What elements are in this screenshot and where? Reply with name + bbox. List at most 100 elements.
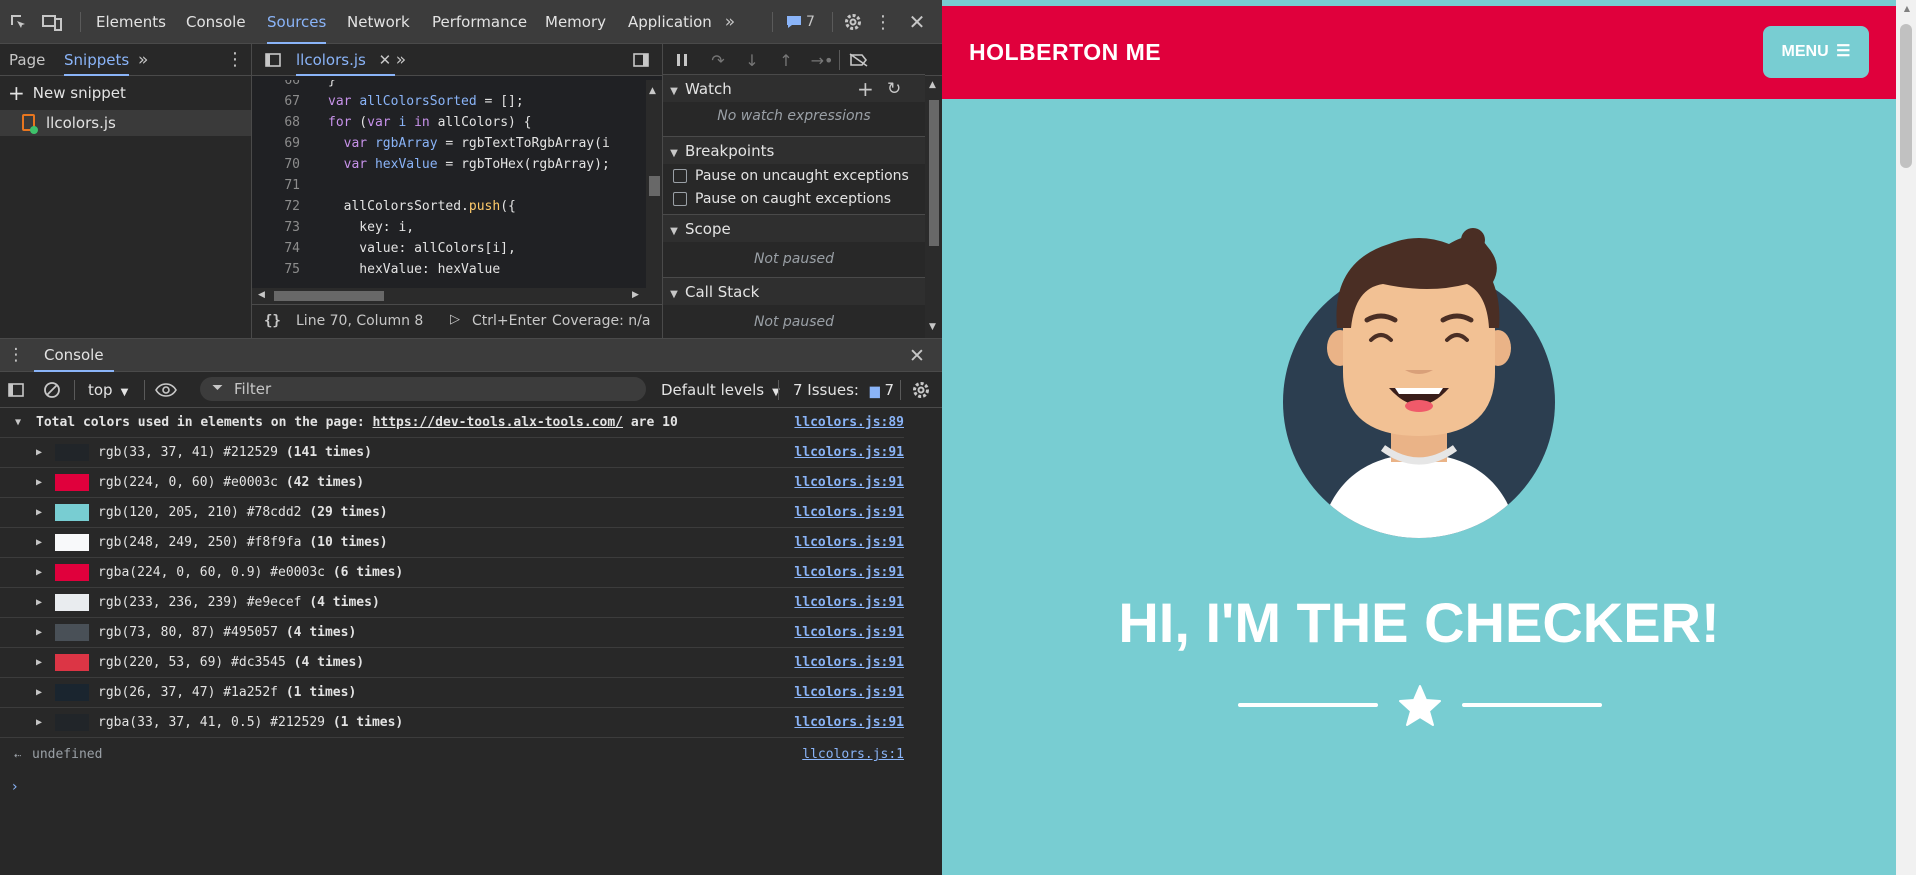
line-number[interactable]: 72: [252, 196, 300, 217]
drawer-tab-console[interactable]: Console: [34, 339, 114, 372]
deactivate-breakpoints-icon[interactable]: [849, 51, 869, 69]
pause-caught-checkbox[interactable]: Pause on caught exceptions: [673, 188, 891, 210]
expand-triangle-icon[interactable]: ▶: [36, 537, 42, 548]
source-link[interactable]: llcolors.js:1: [802, 740, 904, 770]
scope-section-header[interactable]: ▼ Scope: [663, 214, 925, 242]
source-link[interactable]: llcolors.js:91: [794, 558, 904, 588]
expand-triangle-icon[interactable]: ▶: [36, 687, 42, 698]
expand-triangle-icon[interactable]: ▶: [36, 567, 42, 578]
source-link[interactable]: llcolors.js:91: [794, 588, 904, 618]
call-stack-section-header[interactable]: ▼ Call Stack: [663, 277, 925, 305]
console-color-row[interactable]: ▶ rgb(233, 236, 239) #e9ecef (4 times) llc…: [0, 588, 904, 618]
close-devtools-icon[interactable]: ✕: [906, 10, 928, 34]
pause-uncaught-checkbox[interactable]: Pause on uncaught exceptions: [673, 165, 909, 187]
source-link[interactable]: llcolors.js:91: [794, 498, 904, 528]
checkbox[interactable]: [673, 192, 687, 206]
editor-vertical-scrollbar[interactable]: ▲ ▼: [646, 80, 662, 324]
code-area[interactable]: 66} 67 var allColorsSorted = []; 68 for (var…: [252, 80, 646, 288]
tab-performance[interactable]: Performance: [432, 0, 527, 44]
expand-triangle-icon[interactable]: ▶: [36, 477, 42, 488]
toggle-debugger-icon[interactable]: [632, 51, 650, 69]
more-editor-tabs-icon[interactable]: »: [392, 50, 410, 70]
issues-counter[interactable]: 7: [786, 12, 815, 32]
line-number[interactable]: 68: [252, 112, 300, 133]
line-number[interactable]: 67: [252, 91, 300, 112]
expand-triangle-icon[interactable]: ▼: [15, 417, 21, 428]
line-number[interactable]: 74: [252, 238, 300, 259]
source-link[interactable]: llcolors.js:91: [794, 618, 904, 648]
debugger-scrollbar[interactable]: ▲ ▼: [925, 76, 942, 338]
console-issues-button[interactable]: 7 Issues: ▆ 7: [793, 372, 894, 410]
console-settings-gear-icon[interactable]: [910, 380, 932, 400]
source-link[interactable]: llcolors.js:91: [794, 468, 904, 498]
scroll-thumb[interactable]: [274, 291, 384, 301]
clear-console-icon[interactable]: [42, 380, 62, 400]
expand-triangle-icon[interactable]: ▶: [36, 597, 42, 608]
console-color-row[interactable]: ▶ rgb(248, 249, 250) #f8f9fa (10 times) ll…: [0, 528, 904, 558]
context-selector[interactable]: top ▼: [88, 372, 128, 411]
breakpoints-section-header[interactable]: ▼ Breakpoints: [663, 136, 925, 164]
pause-icon[interactable]: [673, 51, 691, 69]
tab-memory[interactable]: Memory: [545, 0, 606, 44]
expand-triangle-icon[interactable]: ▶: [36, 447, 42, 458]
line-number[interactable]: 70: [252, 154, 300, 175]
console-color-row[interactable]: ▶ rgb(224, 0, 60) #e0003c (42 times) llcol…: [0, 468, 904, 498]
close-drawer-icon[interactable]: ✕: [906, 345, 928, 367]
tab-network[interactable]: Network: [347, 0, 410, 44]
line-number[interactable]: 75: [252, 259, 300, 280]
scroll-thumb[interactable]: [1900, 24, 1912, 168]
editor-file-tab[interactable]: llcolors.js ✕: [296, 44, 396, 76]
expand-triangle-icon[interactable]: ▶: [36, 627, 42, 638]
console-color-row[interactable]: ▶ rgba(33, 37, 41, 0.5) #212529 (1 times)…: [0, 708, 904, 738]
close-tab-icon[interactable]: ✕: [379, 51, 392, 69]
line-number[interactable]: 69: [252, 133, 300, 154]
tab-elements[interactable]: Elements: [96, 0, 166, 44]
line-number[interactable]: 73: [252, 217, 300, 238]
refresh-watch-icon[interactable]: ↻: [887, 75, 901, 103]
source-link[interactable]: llcolors.js:91: [794, 678, 904, 708]
device-toolbar-icon[interactable]: [40, 10, 64, 34]
page-url-link[interactable]: https://dev-tools.alx-tools.com/: [373, 415, 623, 430]
console-prompt-icon[interactable]: ›: [12, 772, 18, 802]
source-link[interactable]: llcolors.js:91: [794, 708, 904, 738]
step-icon[interactable]: →•: [811, 50, 834, 70]
tab-application[interactable]: Application: [628, 0, 712, 44]
console-color-row[interactable]: ▶ rgb(26, 37, 47) #1a252f (1 times) llcolo…: [0, 678, 904, 708]
tab-console[interactable]: Console: [186, 0, 246, 44]
scroll-thumb[interactable]: [929, 100, 939, 246]
site-brand[interactable]: HOLBERTON ME: [969, 6, 1161, 99]
console-group-header[interactable]: ▼ Total colors used in elements on the p…: [0, 408, 904, 438]
toggle-navigator-icon[interactable]: [264, 51, 282, 69]
console-color-row[interactable]: ▶ rgb(73, 80, 87) #495057 (4 times) llcolo…: [0, 618, 904, 648]
tab-sources[interactable]: Sources: [267, 0, 327, 44]
source-link[interactable]: llcolors.js:91: [794, 528, 904, 558]
expand-triangle-icon[interactable]: ▶: [36, 507, 42, 518]
drawer-menu-icon[interactable]: ⋮: [8, 345, 25, 365]
checkbox[interactable]: [673, 169, 687, 183]
log-levels-dropdown[interactable]: Default levels ▼: [661, 372, 780, 411]
source-link[interactable]: llcolors.js:89: [794, 408, 904, 438]
scroll-thumb[interactable]: [649, 176, 660, 196]
more-tabs-chevron-icon[interactable]: »: [720, 12, 740, 32]
console-filter-input[interactable]: ⏷ Filter: [200, 377, 646, 401]
source-link[interactable]: llcolors.js:91: [794, 648, 904, 678]
line-number[interactable]: 71: [252, 175, 300, 196]
page-scrollbar[interactable]: ▲: [1896, 0, 1916, 875]
new-snippet-button[interactable]: + New snippet: [8, 80, 126, 106]
source-link[interactable]: llcolors.js:91: [794, 438, 904, 468]
watch-section-header[interactable]: ▼ Watch + ↻: [663, 74, 925, 102]
menu-button[interactable]: MENU ☰: [1763, 26, 1869, 78]
step-over-icon[interactable]: ↷: [709, 50, 727, 70]
settings-gear-icon[interactable]: [842, 11, 864, 33]
step-into-icon[interactable]: ↓: [743, 50, 761, 70]
expand-triangle-icon[interactable]: ▶: [36, 717, 42, 728]
more-options-icon[interactable]: ⋮: [874, 11, 892, 33]
inspect-element-icon[interactable]: [6, 10, 30, 34]
run-snippet-icon[interactable]: ▷: [450, 312, 460, 327]
line-number[interactable]: 66: [252, 80, 300, 91]
live-expression-eye-icon[interactable]: [154, 380, 178, 400]
snippet-file-item[interactable]: llcolors.js: [0, 110, 251, 136]
tab-snippets[interactable]: Snippets: [64, 44, 130, 76]
editor-horizontal-scrollbar[interactable]: ◀ ▶: [252, 288, 646, 304]
expand-triangle-icon[interactable]: ▶: [36, 657, 42, 668]
